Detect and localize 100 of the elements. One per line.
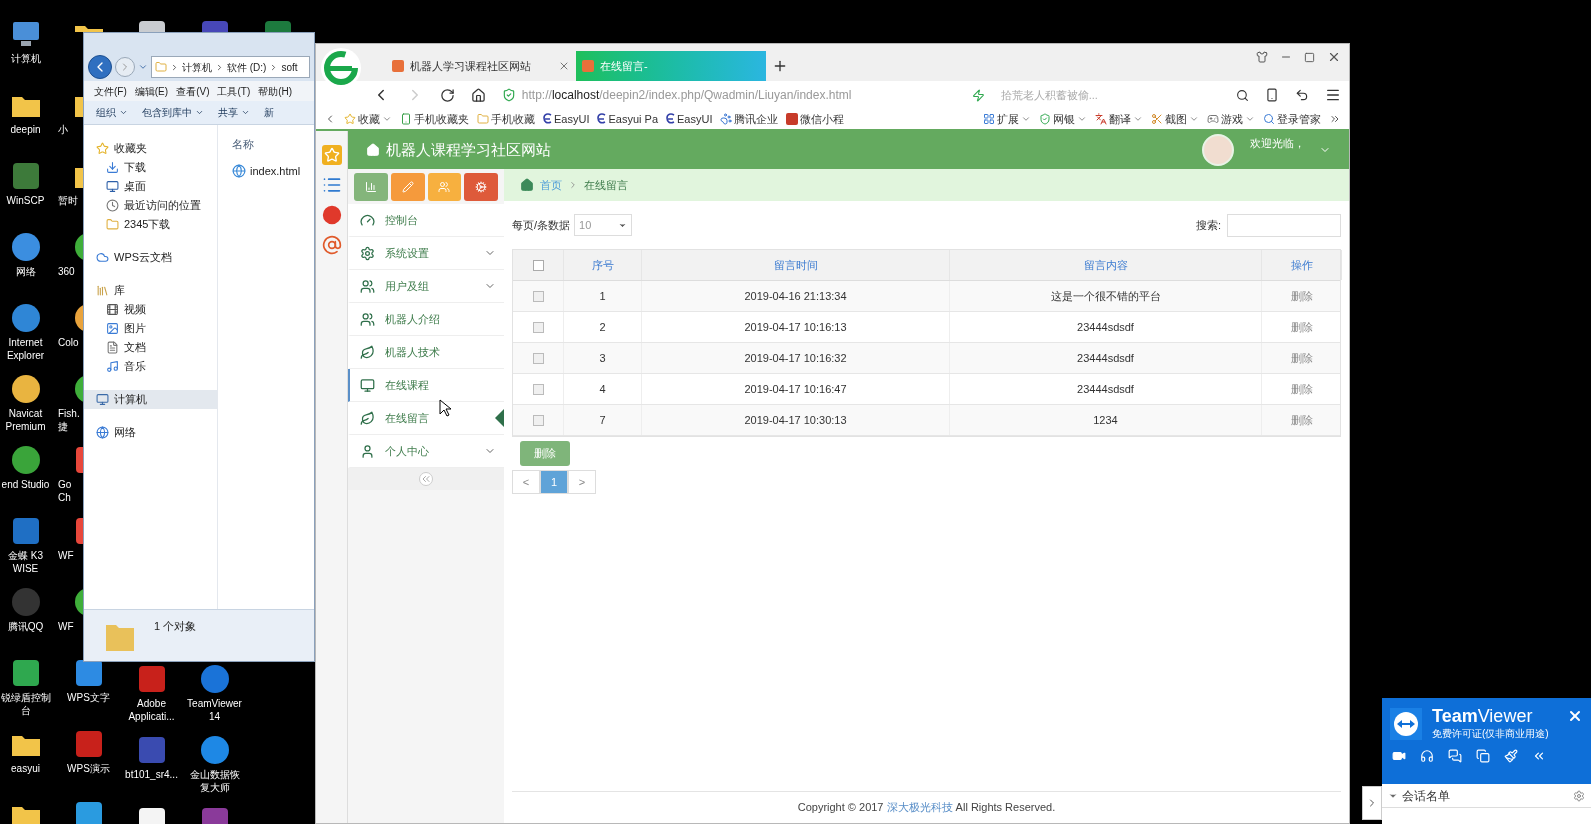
nav-item[interactable]: 收藏夹 xyxy=(84,139,217,158)
bookmark-link[interactable]: EasyUI xyxy=(543,110,590,128)
bookmark-link[interactable]: 登录管家 xyxy=(1263,110,1321,128)
list-icon[interactable] xyxy=(321,175,342,195)
file-name[interactable]: index.html xyxy=(250,163,301,180)
lightning-icon[interactable] xyxy=(971,88,985,102)
column-header[interactable]: 序号 xyxy=(564,250,642,280)
menu-icon[interactable] xyxy=(1325,87,1341,103)
bookmark-link[interactable]: EasyUI xyxy=(666,110,713,128)
address-bar[interactable]: 计算机 软件 (D:) soft xyxy=(151,56,310,78)
files-icon[interactable] xyxy=(1476,749,1490,763)
menu-item[interactable]: 帮助(H) xyxy=(258,83,293,99)
page-button[interactable]: > xyxy=(568,470,596,494)
bookmark-link[interactable]: 微信小程 xyxy=(786,110,845,128)
close-icon[interactable] xyxy=(1567,708,1583,724)
skin-icon[interactable] xyxy=(1256,51,1268,63)
shortcut-button[interactable] xyxy=(464,173,498,201)
menu-item[interactable]: 工具(T) xyxy=(217,83,251,99)
checkbox[interactable] xyxy=(532,383,544,395)
checkbox[interactable] xyxy=(532,290,544,302)
nav-item[interactable]: 下载 xyxy=(84,158,217,177)
bookmark-link[interactable]: 收藏 xyxy=(344,110,392,128)
search-field[interactable] xyxy=(1227,213,1341,237)
sidebar-item[interactable]: 用户及组 xyxy=(348,270,504,303)
browser-icon[interactable] xyxy=(9,302,42,334)
sidebar-item[interactable]: 系统设置 xyxy=(348,237,504,270)
delete-link[interactable]: 删除 xyxy=(1291,349,1313,367)
video-icon[interactable] xyxy=(1392,749,1406,763)
mail-icon[interactable] xyxy=(321,235,342,255)
browser-tab[interactable]: 机器人学习课程社区网站 xyxy=(386,51,576,81)
avatar[interactable] xyxy=(1202,134,1234,166)
nav-item[interactable]: 库 xyxy=(84,281,217,300)
chat-icon[interactable] xyxy=(1448,749,1462,763)
star-icon[interactable] xyxy=(321,145,342,165)
checkbox[interactable] xyxy=(532,259,544,271)
globe-icon[interactable] xyxy=(9,231,42,263)
sidebar-item[interactable]: 在线留言 xyxy=(348,402,504,435)
bookmark-link[interactable]: Easyui Pa xyxy=(597,110,658,128)
section-title[interactable]: 会话名单 xyxy=(1402,786,1450,805)
bookmark-link[interactable]: 网银 xyxy=(1039,110,1087,128)
menu-item[interactable]: 编辑(E) xyxy=(134,83,169,99)
delete-link[interactable]: 删除 xyxy=(1291,318,1313,336)
maximize-icon[interactable] xyxy=(1304,51,1315,63)
phone-icon[interactable] xyxy=(1265,88,1280,102)
search-icon[interactable] xyxy=(1236,88,1250,102)
sidebar-item[interactable]: 机器人介绍 xyxy=(348,303,504,336)
toolbar-button[interactable]: 新 xyxy=(264,105,274,120)
caret-icon[interactable] xyxy=(138,62,148,72)
close-icon[interactable] xyxy=(1327,50,1341,64)
column-header[interactable]: 操作 xyxy=(1262,250,1342,280)
column-header[interactable]: 留言时间 xyxy=(642,250,950,280)
app-icon[interactable] xyxy=(9,373,42,405)
delete-link[interactable]: 删除 xyxy=(1291,411,1313,429)
nav-item[interactable]: 视频 xyxy=(84,300,217,319)
reload-icon[interactable] xyxy=(439,87,455,103)
settings-icon[interactable] xyxy=(1573,789,1585,802)
back-button[interactable] xyxy=(88,55,112,79)
path-segment[interactable]: 软件 (D:) xyxy=(227,59,267,75)
nav-item[interactable]: WPS云文档 xyxy=(84,248,217,267)
path-segment[interactable]: 计算机 xyxy=(182,59,212,75)
bookmark-link[interactable]: 扩展 xyxy=(983,110,1031,128)
sidebar-item[interactable]: 在线课程 xyxy=(348,369,504,402)
brush-icon[interactable] xyxy=(1504,749,1518,763)
app-icon[interactable] xyxy=(9,444,42,476)
path-segment[interactable]: soft xyxy=(281,59,298,75)
collapse-icon[interactable] xyxy=(1532,749,1546,763)
page-button[interactable]: < xyxy=(512,470,540,494)
menu-item[interactable]: 查看(V) xyxy=(176,83,210,99)
new-tab-icon[interactable] xyxy=(772,58,788,74)
company-link[interactable]: 深大极光科技 xyxy=(886,801,953,814)
bookmark-link[interactable]: 腾讯企业 xyxy=(720,110,779,128)
nav-item[interactable]: 2345下载 xyxy=(84,215,217,234)
bookmark-link[interactable]: 游戏 xyxy=(1207,110,1255,128)
bookmark-link[interactable]: 翻译 xyxy=(1095,110,1143,128)
nav-item[interactable]: 桌面 xyxy=(84,177,217,196)
toolbar-button[interactable]: 共享 xyxy=(218,105,250,120)
bookmark-link[interactable]: 手机收藏 xyxy=(477,110,535,128)
toolbar-button[interactable]: 包含到库中 xyxy=(142,105,204,120)
menu-item[interactable]: 文件(F) xyxy=(94,83,127,99)
url-field[interactable]: http://localhost/deepin2/index.php/Qwadmin/Liuyan/index.html xyxy=(501,86,956,104)
bookmark-link[interactable]: 手机收藏夹 xyxy=(400,110,469,128)
search-field[interactable]: 拾荒老人积蓄被偷... xyxy=(1000,86,1221,104)
more-icon[interactable] xyxy=(1329,113,1341,125)
nav-item[interactable]: 图片 xyxy=(84,319,217,338)
delete-link[interactable]: 删除 xyxy=(1291,287,1313,305)
sidebar-item[interactable]: 机器人技术 xyxy=(348,336,504,369)
checkbox[interactable] xyxy=(532,321,544,333)
delete-link[interactable]: 删除 xyxy=(1291,380,1313,398)
nav-item[interactable]: 最近访问的位置 xyxy=(84,196,217,215)
sidebar-item[interactable]: 控制台 xyxy=(348,204,504,237)
checkbox[interactable] xyxy=(532,352,544,364)
close-tab-icon[interactable] xyxy=(558,60,570,72)
headset-icon[interactable] xyxy=(1420,749,1434,763)
nav-item[interactable]: 计算机 xyxy=(84,390,217,409)
nav-item[interactable]: 音乐 xyxy=(84,357,217,376)
toolbar-button[interactable]: 组织 xyxy=(96,105,128,120)
column-header[interactable]: 留言内容 xyxy=(950,250,1262,280)
sidebar-item[interactable]: 个人中心 xyxy=(348,435,504,468)
checkbox[interactable] xyxy=(532,414,544,426)
nav-item[interactable]: 文档 xyxy=(84,338,217,357)
